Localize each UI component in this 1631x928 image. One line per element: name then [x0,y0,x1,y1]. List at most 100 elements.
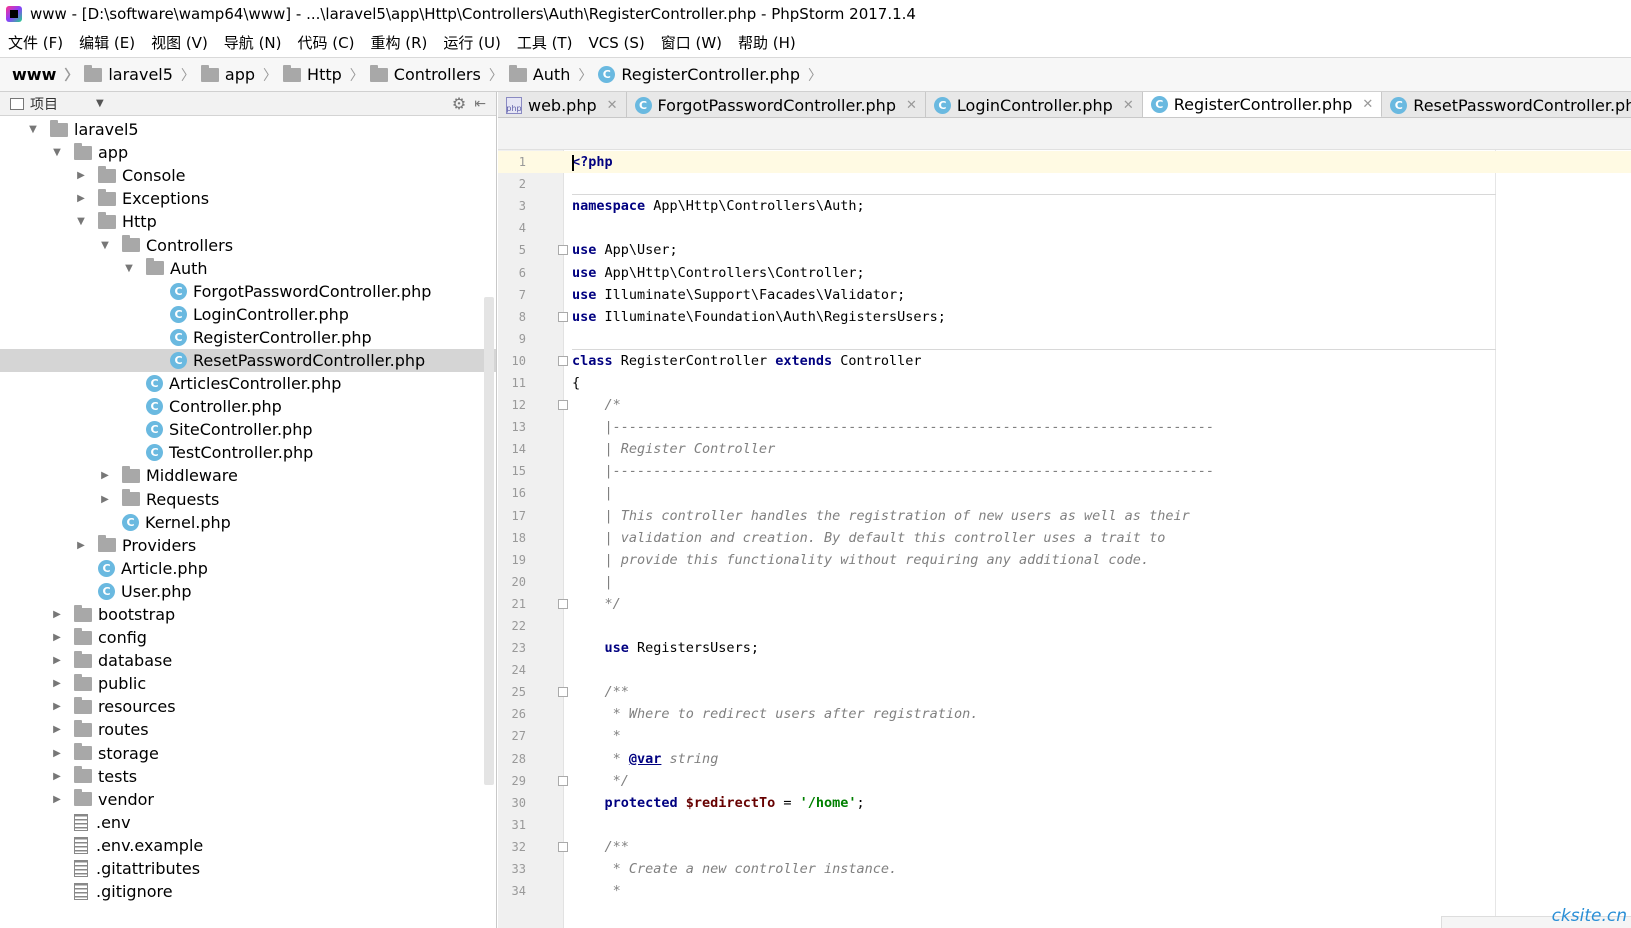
menu-item-3[interactable]: 导航 (N) [224,32,282,53]
expand-right-icon[interactable]: ▶ [50,701,64,712]
expand-down-icon[interactable]: ▼ [74,216,88,227]
project-tree-scrollbar[interactable] [484,297,494,785]
menu-item-7[interactable]: 工具 (T) [517,32,573,53]
tree-item[interactable]: ▶ database [0,649,496,672]
menu-item-8[interactable]: VCS (S) [588,34,644,52]
tab-label: LoginController.php [956,95,1113,115]
tree-item[interactable]: ▶CResetPasswordController.php [0,348,496,373]
tree-item[interactable]: ▼ app [0,141,496,164]
fold-marker-icon[interactable] [558,687,568,698]
expand-down-icon[interactable]: ▼ [122,263,136,274]
gear-icon[interactable]: ⚙ [452,94,466,113]
expand-right-icon[interactable]: ▶ [98,494,112,505]
tree-item[interactable]: ▶ Requests [0,488,496,511]
tree-item[interactable]: ▼ Auth [0,257,496,280]
menu-item-0[interactable]: 文件 (F) [8,32,63,53]
close-icon[interactable]: ✕ [1123,98,1134,113]
tree-item[interactable]: ▶ tests [0,765,496,788]
tree-item[interactable]: ▶ Console [0,164,496,187]
tree-item[interactable]: ▶CLoginController.php [0,303,496,326]
tree-item[interactable]: ▶ routes [0,718,496,741]
expand-right-icon[interactable]: ▶ [50,771,64,782]
tree-item[interactable]: ▼ Controllers [0,233,496,256]
tree-item[interactable]: ▶CForgotPasswordController.php [0,280,496,303]
menu-item-1[interactable]: 编辑 (E) [79,32,135,53]
menu-item-9[interactable]: 窗口 (W) [661,32,722,53]
tree-item[interactable]: ▶CController.php [0,395,496,418]
expand-down-icon[interactable]: ▼ [26,124,40,135]
expand-right-icon[interactable]: ▶ [50,655,64,666]
tree-item[interactable]: ▶ Providers [0,534,496,557]
menu-item-10[interactable]: 帮助 (H) [738,32,796,53]
expand-right-icon[interactable]: ▶ [50,632,64,643]
editor-tab[interactable]: C LoginController.php ✕ [926,92,1143,117]
breadcrumb-item[interactable]: Auth 〉 [508,64,599,85]
breadcrumb-item[interactable]: Controllers 〉 [369,64,509,85]
fold-marker-icon[interactable] [558,598,568,609]
expand-right-icon[interactable]: ▶ [74,170,88,181]
tree-item[interactable]: ▶CSiteController.php [0,418,496,441]
tree-item[interactable]: ▶.gitignore [0,880,496,903]
fold-marker-icon[interactable] [558,400,568,411]
breadcrumb-item[interactable]: www 〉 [12,65,84,85]
expand-right-icon[interactable]: ▶ [50,748,64,759]
expand-right-icon[interactable]: ▶ [50,794,64,805]
code-token: namespace [572,198,654,215]
tree-item[interactable]: ▶CTestController.php [0,441,496,464]
code-line: 17 | This controller handles the registr… [498,505,1631,527]
tree-item[interactable]: ▶ vendor [0,788,496,811]
close-icon[interactable]: ✕ [607,98,618,113]
expand-right-icon[interactable]: ▶ [50,609,64,620]
close-icon[interactable]: ✕ [906,98,917,113]
breadcrumb-item[interactable]: app 〉 [200,64,283,85]
editor-tab[interactable]: C ForgotPasswordController.php ✕ [627,92,926,117]
menu-item-5[interactable]: 重构 (R) [370,32,427,53]
tree-item[interactable]: ▼ laravel5 [0,118,496,141]
tree-item[interactable]: ▶.gitattributes [0,857,496,880]
breadcrumb-item[interactable]: Http 〉 [283,64,370,85]
expand-right-icon[interactable]: ▶ [74,540,88,551]
tree-item[interactable]: ▶ Middleware [0,464,496,487]
breadcrumb-item[interactable]: C RegisterController.php 〉 [598,65,828,85]
code-text: protected $redirectTo = '/home'; [572,795,865,811]
menu-item-4[interactable]: 代码 (C) [298,32,355,53]
expand-right-icon[interactable]: ▶ [50,678,64,689]
tree-item-label: ResetPasswordController.php [193,350,426,370]
close-icon[interactable]: ✕ [1362,97,1373,112]
fold-marker-icon[interactable] [558,245,568,256]
editor-tab[interactable]: php web.php ✕ [498,92,627,117]
tree-item[interactable]: ▶.env.example [0,834,496,857]
fold-marker-icon[interactable] [558,355,568,366]
tree-item[interactable]: ▶ public [0,672,496,695]
expand-down-icon[interactable]: ▼ [50,147,64,158]
project-panel-title[interactable]: 项目 [30,94,58,114]
expand-right-icon[interactable]: ▶ [50,724,64,735]
editor-tab[interactable]: CResetPasswordController.php✕ [1382,92,1631,117]
menu-item-2[interactable]: 视图 (V) [151,32,208,53]
tree-item[interactable]: ▶CKernel.php [0,511,496,534]
tree-item[interactable]: ▶CRegisterController.php [0,326,496,349]
tree-item[interactable]: ▶ config [0,626,496,649]
editor-tab[interactable]: C RegisterController.php ✕ [1142,92,1383,117]
expand-right-icon[interactable]: ▶ [98,470,112,481]
tree-item[interactable]: ▶.env [0,811,496,834]
code-editor[interactable]: 1 <?php 2 3 namespace App\Http\Controllers\A… [498,150,1631,928]
tree-item[interactable]: ▶ Exceptions [0,187,496,210]
breadcrumb-item[interactable]: laravel5 〉 [84,64,201,85]
menu-item-6[interactable]: 运行 (U) [443,32,500,53]
expand-down-icon[interactable]: ▼ [98,240,112,251]
tree-item[interactable]: ▼ Http [0,210,496,233]
fold-marker-icon[interactable] [558,311,568,322]
tree-item[interactable]: ▶ resources [0,695,496,718]
fold-marker-icon[interactable] [558,841,568,852]
line-number: 12 [511,398,526,413]
tree-item[interactable]: ▶CUser.php [0,580,496,603]
tree-item[interactable]: ▶CArticlesController.php [0,372,496,395]
collapse-icon[interactable]: ⇤ [474,96,486,112]
tree-item[interactable]: ▶CArticle.php [0,557,496,580]
expand-right-icon[interactable]: ▶ [74,193,88,204]
tree-item[interactable]: ▶ bootstrap [0,603,496,626]
fold-marker-icon[interactable] [558,775,568,786]
chevron-down-icon[interactable]: ▼ [96,98,104,109]
tree-item[interactable]: ▶ storage [0,742,496,765]
